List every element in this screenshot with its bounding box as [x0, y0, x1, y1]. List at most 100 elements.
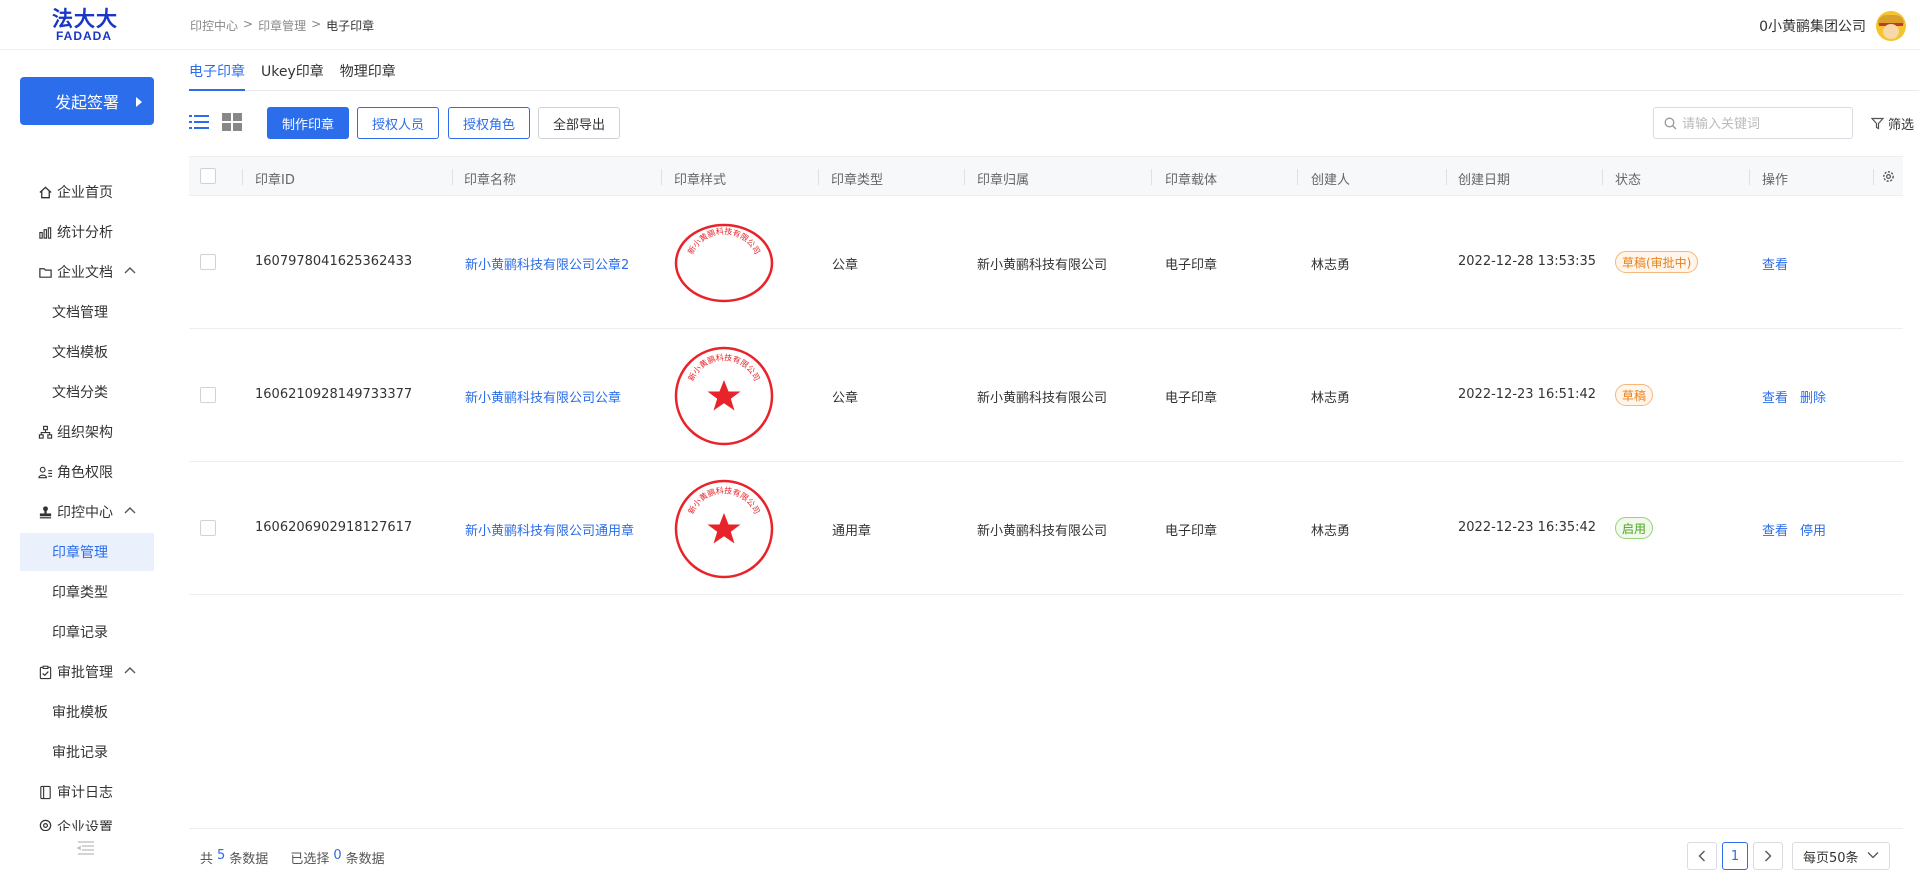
table-row: 1607978041625362433 新小黄鹂科技有限公司公章2 新小黄鹂科技… — [189, 196, 1903, 329]
chevron-up-icon[interactable] — [124, 266, 136, 274]
sidebar-item-documents[interactable]: 企业文档 — [20, 253, 154, 291]
view-link[interactable]: 查看 — [1762, 254, 1788, 273]
row-checkbox[interactable] — [200, 254, 216, 270]
sidebar-item-label: 企业设置 — [57, 820, 113, 831]
sidebar-item-audit-log[interactable]: 审计日志 — [20, 773, 154, 811]
sidebar-item-seal-management[interactable]: 印章管理 — [20, 533, 154, 571]
selected-prefix: 已选择 — [290, 852, 330, 867]
sidebar-item-seal-records[interactable]: 印章记录 — [20, 613, 154, 651]
sidebar-item-doc-management[interactable]: 文档管理 — [20, 293, 154, 331]
column-header-created-date[interactable]: 创建日期 — [1458, 169, 1510, 188]
company-switcher[interactable]: 0小黄鹂集团公司 — [1759, 16, 1866, 36]
chevron-up-icon[interactable] — [124, 666, 136, 674]
column-header-seal-type[interactable]: 印章类型 — [831, 169, 883, 188]
sidebar-item-label: 文档分类 — [52, 385, 108, 401]
column-header-seal-name[interactable]: 印章名称 — [464, 169, 516, 188]
prev-page-button[interactable] — [1687, 842, 1717, 870]
settings-icon — [37, 817, 53, 831]
authorize-person-button[interactable]: 授权人员 — [357, 107, 439, 139]
delete-link[interactable]: 删除 — [1800, 387, 1826, 406]
total-suffix: 条数据 — [229, 852, 269, 867]
chevron-right-icon — [1765, 850, 1772, 862]
sidebar-item-label: 审批管理 — [57, 665, 113, 681]
breadcrumb-item-seal-management[interactable]: 印章管理 — [258, 17, 306, 34]
seal-image[interactable]: 新小黄鹂科技有限公司 — [673, 345, 775, 447]
fadada-logo[interactable]: 法大大 FADADA — [52, 8, 132, 44]
home-icon — [37, 184, 53, 200]
created-date: 2022-12-28 13:53:35 — [1458, 254, 1597, 269]
sidebar-item-doc-templates[interactable]: 文档模板 — [20, 333, 154, 371]
seal-carrier: 电子印章 — [1165, 258, 1218, 273]
search-box[interactable] — [1653, 107, 1853, 139]
sidebar-item-settings[interactable]: 企业设置 — [20, 813, 154, 831]
user-avatar[interactable] — [1876, 11, 1906, 41]
search-icon — [1664, 117, 1677, 130]
row-checkbox[interactable] — [200, 520, 216, 536]
tab-ukey-seal[interactable]: Ukey印章 — [261, 50, 324, 91]
seal-id: 1606206902918127617 — [255, 520, 413, 535]
seal-carrier: 电子印章 — [1165, 524, 1218, 539]
breadcrumb-item-seal-center[interactable]: 印控中心 — [190, 17, 238, 34]
top-header: 法大大 FADADA 印控中心 > 印章管理 > 电子印章 0小黄鹂集团公司 — [0, 0, 1920, 50]
column-header-creator[interactable]: 创建人 — [1311, 169, 1350, 188]
column-header-status[interactable]: 状态 — [1615, 169, 1641, 188]
authorize-role-button[interactable]: 授权角色 — [448, 107, 530, 139]
sidebar-item-organization[interactable]: 组织架构 — [20, 413, 154, 451]
column-header-seal-owner[interactable]: 印章归属 — [977, 169, 1029, 188]
table-row: 1606206902918127617 新小黄鹂科技有限公司通用章 新小黄鹂科技… — [189, 462, 1903, 595]
seal-name-link[interactable]: 新小黄鹂科技有限公司通用章 — [465, 520, 634, 539]
tab-physical-seal[interactable]: 物理印章 — [340, 50, 396, 91]
collapse-menu-icon[interactable] — [76, 840, 96, 856]
row-actions: 查看 删除 — [1762, 387, 1826, 406]
creator: 林志勇 — [1311, 524, 1351, 539]
sidebar-item-approval-records[interactable]: 审批记录 — [20, 733, 154, 771]
start-signing-button[interactable]: 发起签署 — [20, 77, 154, 125]
chevron-up-icon[interactable] — [124, 506, 136, 514]
sidebar-item-approval-templates[interactable]: 审批模板 — [20, 693, 154, 731]
page-1-button[interactable]: 1 — [1722, 842, 1748, 870]
export-all-button[interactable]: 全部导出 — [538, 107, 620, 139]
row-checkbox[interactable] — [200, 387, 216, 403]
search-input[interactable] — [1682, 114, 1842, 134]
chart-icon — [37, 224, 53, 240]
column-settings-icon[interactable] — [1881, 169, 1896, 184]
seal-image[interactable]: 新小黄鹂科技有限公司 — [673, 478, 775, 580]
sidebar-item-label: 统计分析 — [57, 225, 113, 241]
created-date: 2022-12-23 16:35:42 — [1458, 520, 1597, 535]
select-all-checkbox[interactable] — [200, 168, 216, 184]
sidebar-item-doc-categories[interactable]: 文档分类 — [20, 373, 154, 411]
column-header-seal-carrier[interactable]: 印章载体 — [1165, 169, 1217, 188]
sidebar-item-statistics[interactable]: 统计分析 — [20, 213, 154, 251]
make-seal-button[interactable]: 制作印章 — [267, 107, 349, 139]
view-link[interactable]: 查看 — [1762, 387, 1788, 406]
seal-id: 1606210928149733377 — [255, 387, 413, 402]
page-size-select[interactable]: 每页50条 — [1792, 842, 1890, 870]
sidebar-item-label: 审计日志 — [57, 785, 113, 801]
sidebar-item-label: 组织架构 — [57, 425, 113, 441]
sidebar-item-seal-center[interactable]: 印控中心 — [20, 493, 154, 531]
data-summary: 共 5 条数据 已选择 0 条数据 — [200, 848, 385, 867]
seal-carrier: 电子印章 — [1165, 391, 1218, 406]
sidebar-item-approvals[interactable]: 审批管理 — [20, 653, 154, 691]
seal-owner: 新小黄鹂科技有限公司 — [977, 391, 1108, 406]
next-page-button[interactable] — [1753, 842, 1783, 870]
seal-image[interactable]: 新小黄鹂科技有限公司 — [673, 212, 775, 314]
list-view-icon[interactable] — [189, 113, 209, 131]
seal-name-link[interactable]: 新小黄鹂科技有限公司公章 — [465, 387, 621, 406]
org-icon — [37, 424, 53, 440]
seal-name-link[interactable]: 新小黄鹂科技有限公司公章2 — [465, 254, 629, 273]
column-header-seal-id[interactable]: 印章ID — [255, 169, 295, 188]
tab-electronic-seal[interactable]: 电子印章 — [189, 50, 245, 91]
sidebar-item-roles[interactable]: 角色权限 — [20, 453, 154, 491]
grid-view-icon[interactable] — [222, 113, 242, 131]
sidebar-item-label: 文档模板 — [52, 345, 108, 361]
view-link[interactable]: 查看 — [1762, 520, 1788, 539]
status-badge: 草稿(审批中) — [1615, 251, 1699, 273]
disable-link[interactable]: 停用 — [1800, 520, 1826, 539]
sidebar-item-home[interactable]: 企业首页 — [20, 173, 154, 211]
sidebar-item-seal-types[interactable]: 印章类型 — [20, 573, 154, 611]
column-header-seal-style[interactable]: 印章样式 — [674, 169, 726, 188]
sidebar-item-label: 印章管理 — [52, 545, 108, 561]
filter-button[interactable]: 筛选 — [1871, 114, 1914, 133]
selected-suffix: 条数据 — [345, 852, 385, 867]
